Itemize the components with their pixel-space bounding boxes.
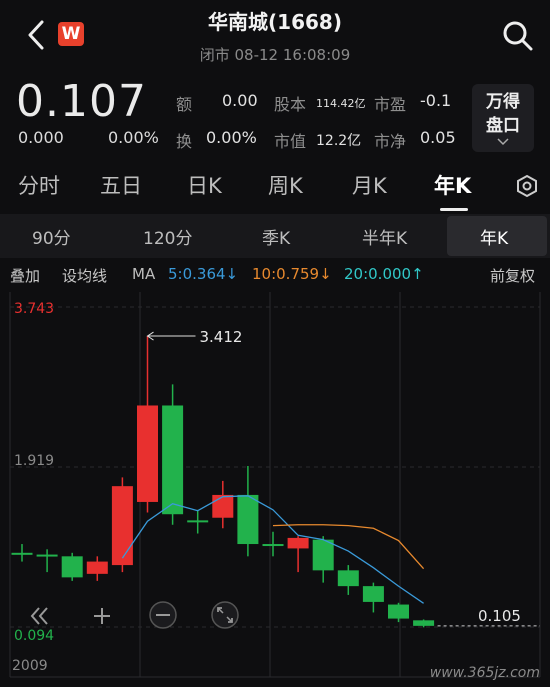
candle-body-7 — [187, 520, 209, 523]
candle-body-4 — [111, 486, 133, 566]
amount-value: 0.00 — [222, 91, 258, 110]
pb-value: 0.05 — [420, 128, 456, 147]
candle-body-1 — [36, 554, 58, 557]
shares-label: 股本 — [274, 95, 307, 114]
page-title: 华南城(1668) — [208, 10, 342, 34]
candle-body-16 — [413, 620, 435, 626]
sub-tab-quarterly-k[interactable]: 季K — [262, 224, 290, 249]
ma5-value: 5:0.364↓ — [168, 265, 239, 283]
x-start-label: 2009 — [12, 658, 48, 674]
candle-body-8 — [212, 494, 234, 518]
mcap-value: 12.2亿 — [316, 133, 362, 149]
zoom-out-button[interactable] — [148, 600, 178, 630]
chevron-down-icon — [497, 138, 509, 146]
amount-label: 额 — [176, 95, 193, 114]
tab-five-day[interactable]: 五日 — [100, 170, 142, 200]
price-change: 0.000 — [18, 128, 64, 147]
candle-body-14 — [362, 586, 384, 602]
settings-hexagon-icon — [517, 174, 537, 198]
candle-body-11 — [287, 537, 309, 549]
sub-tab-120min[interactable]: 120分 — [143, 224, 192, 249]
fullscreen-icon — [211, 601, 239, 629]
y-mid-label: 1.919 — [14, 453, 54, 469]
minus-icon — [149, 601, 177, 629]
y-min-label: 0.094 — [14, 628, 54, 644]
search-icon — [503, 21, 533, 51]
pe-label: 市盈 — [374, 95, 407, 114]
mcap-label: 市值 — [274, 132, 307, 151]
double-chevron-left-icon — [30, 607, 48, 625]
tab-daily-k[interactable]: 日K — [187, 170, 222, 200]
tab-intraday[interactable]: 分时 — [18, 170, 60, 200]
candle-body-12 — [312, 539, 334, 571]
candle-body-6 — [162, 405, 184, 515]
sub-tab-90min[interactable]: 90分 — [32, 224, 71, 249]
collapse-button[interactable] — [26, 602, 54, 630]
wind-btn-line2: 盘口 — [486, 116, 520, 136]
turnover-value: 0.00% — [206, 128, 257, 147]
candle-body-3 — [86, 561, 108, 574]
tab-monthly-k[interactable]: 月K — [352, 170, 387, 200]
tab-weekly-k[interactable]: 周K — [268, 170, 303, 200]
last-price: 0.107 — [16, 76, 147, 127]
wind-btn-line1: 万得 — [486, 92, 520, 112]
set-ma-button[interactable]: 设均线 — [62, 265, 107, 286]
wind-orderbook-button[interactable]: 万得 盘口 — [472, 84, 534, 152]
period-tabs: 分时 五日 日K 周K 月K 年K — [0, 164, 550, 212]
active-tab-indicator — [440, 208, 468, 211]
price-change-pct: 0.00% — [108, 128, 159, 147]
candle-body-15 — [388, 604, 409, 619]
fullscreen-button[interactable] — [210, 600, 240, 630]
yearly-k-chart[interactable]: 3.412 0.105 3.743 1.919 0.094 2009 — [0, 290, 550, 687]
ma10-value: 10:0.759↓ — [252, 265, 332, 283]
ma20-value: 20:0.000↑ — [344, 265, 424, 283]
turnover-label: 换 — [176, 132, 193, 151]
adjust-mode-button[interactable]: 前复权 — [490, 265, 535, 286]
y-max-label: 3.743 — [14, 301, 54, 317]
watermark: www.365jz.com — [429, 665, 540, 681]
high-annotation-label: 3.412 — [200, 328, 243, 346]
shares-value: 114.42亿 — [316, 97, 366, 110]
candle-body-13 — [337, 570, 359, 587]
sub-tab-yearly-k[interactable]: 年K — [480, 224, 508, 249]
pe-value: -0.1 — [420, 91, 452, 110]
tab-yearly-k[interactable]: 年K — [434, 170, 471, 200]
candle-body-0 — [11, 552, 33, 555]
ma-label: MA — [132, 265, 156, 283]
market-status: 闭市 08-12 16:08:09 — [199, 46, 351, 64]
last-price-label: 0.105 — [478, 607, 521, 625]
candle-body-5 — [137, 405, 158, 502]
candles-group — [11, 336, 435, 628]
plus-icon — [94, 608, 110, 624]
candle-body-9 — [237, 494, 259, 545]
sub-tab-half-year-k[interactable]: 半年K — [362, 224, 407, 249]
zoom-in-button[interactable] — [88, 602, 116, 630]
candle-body-2 — [61, 556, 83, 578]
chart-settings-button[interactable] — [515, 174, 539, 202]
candle-body-10 — [262, 544, 284, 547]
sub-period-tabs: 90分 120分 季K 半年K 年K — [0, 214, 550, 258]
overlay-button[interactable]: 叠加 — [10, 265, 40, 286]
search-button[interactable] — [500, 18, 536, 54]
pb-label: 市净 — [374, 132, 407, 151]
